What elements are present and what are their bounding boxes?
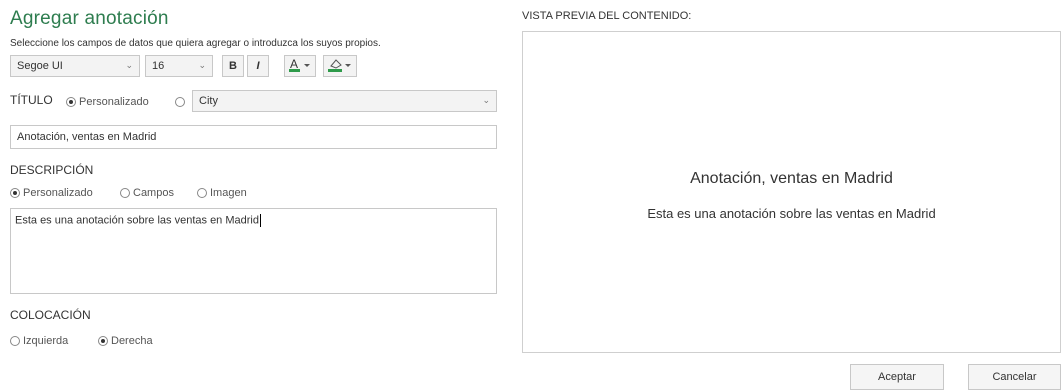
bold-button[interactable]: B: [222, 55, 244, 77]
colocacion-left-option[interactable]: Izquierda: [10, 332, 68, 350]
font-color-icon: A: [288, 57, 312, 76]
font-color-button[interactable]: A: [284, 55, 316, 77]
radio-selected-icon: [66, 96, 76, 107]
descripcion-custom-label: Personalizado: [23, 186, 93, 199]
cancel-button[interactable]: Cancelar: [968, 364, 1061, 390]
descripcion-fields-option[interactable]: Campos: [120, 184, 174, 202]
chevron-down-icon: ⌄: [198, 60, 206, 70]
colocacion-label: COLOCACIÓN: [10, 308, 91, 322]
preview-heading: VISTA PREVIA DEL CONTENIDO:: [522, 10, 692, 22]
radio-unselected-icon: [175, 96, 185, 107]
svg-text:A: A: [290, 57, 298, 71]
radio-unselected-icon: [197, 187, 207, 198]
font-size-select[interactable]: 16 ⌄: [145, 55, 213, 77]
dialog-title: Agregar anotación: [10, 8, 169, 29]
titulo-custom-label: Personalizado: [79, 95, 149, 108]
radio-unselected-icon: [120, 187, 130, 198]
font-size-value: 16: [152, 60, 165, 72]
chevron-down-icon: ⌄: [482, 95, 490, 105]
titulo-label: TÍTULO: [10, 93, 53, 107]
font-family-value: Segoe UI: [17, 60, 63, 72]
titulo-field-select[interactable]: City ⌄: [192, 90, 497, 112]
preview-title: Anotación, ventas en Madrid: [690, 170, 893, 187]
accept-button[interactable]: Aceptar: [850, 364, 944, 390]
descripcion-textarea[interactable]: Esta es una anotación sobre las ventas e…: [10, 208, 497, 294]
titulo-input[interactable]: Anotación, ventas en Madrid: [10, 125, 497, 149]
titulo-field-option[interactable]: [175, 93, 185, 111]
descripcion-label: DESCRIPCIÓN: [10, 163, 94, 177]
radio-unselected-icon: [10, 335, 20, 346]
fill-color-button[interactable]: [323, 55, 357, 77]
colocacion-left-label: Izquierda: [23, 334, 69, 347]
descripcion-fields-label: Campos: [133, 186, 174, 199]
font-family-select[interactable]: Segoe UI ⌄: [10, 55, 140, 77]
descripcion-image-label: Imagen: [210, 186, 247, 199]
chevron-down-icon: ⌄: [125, 60, 133, 70]
radio-selected-icon: [98, 335, 108, 346]
dialog-subtitle: Seleccione los campos de datos que quier…: [10, 38, 381, 49]
text-cursor: [259, 214, 261, 227]
descripcion-value: Esta es una anotación sobre las ventas e…: [15, 214, 259, 227]
descripcion-custom-option[interactable]: Personalizado: [10, 184, 93, 202]
fill-color-icon: [327, 57, 353, 76]
italic-button[interactable]: I: [247, 55, 269, 77]
colocacion-right-option[interactable]: Derecha: [98, 332, 153, 350]
titulo-field-value: City: [199, 95, 218, 107]
descripcion-image-option[interactable]: Imagen: [197, 184, 247, 202]
radio-selected-icon: [10, 187, 20, 198]
titulo-custom-option[interactable]: Personalizado: [66, 93, 149, 111]
preview-panel: Anotación, ventas en Madrid Esta es una …: [522, 31, 1061, 353]
preview-description: Esta es una anotación sobre las ventas e…: [647, 206, 936, 221]
colocacion-right-label: Derecha: [111, 334, 153, 347]
